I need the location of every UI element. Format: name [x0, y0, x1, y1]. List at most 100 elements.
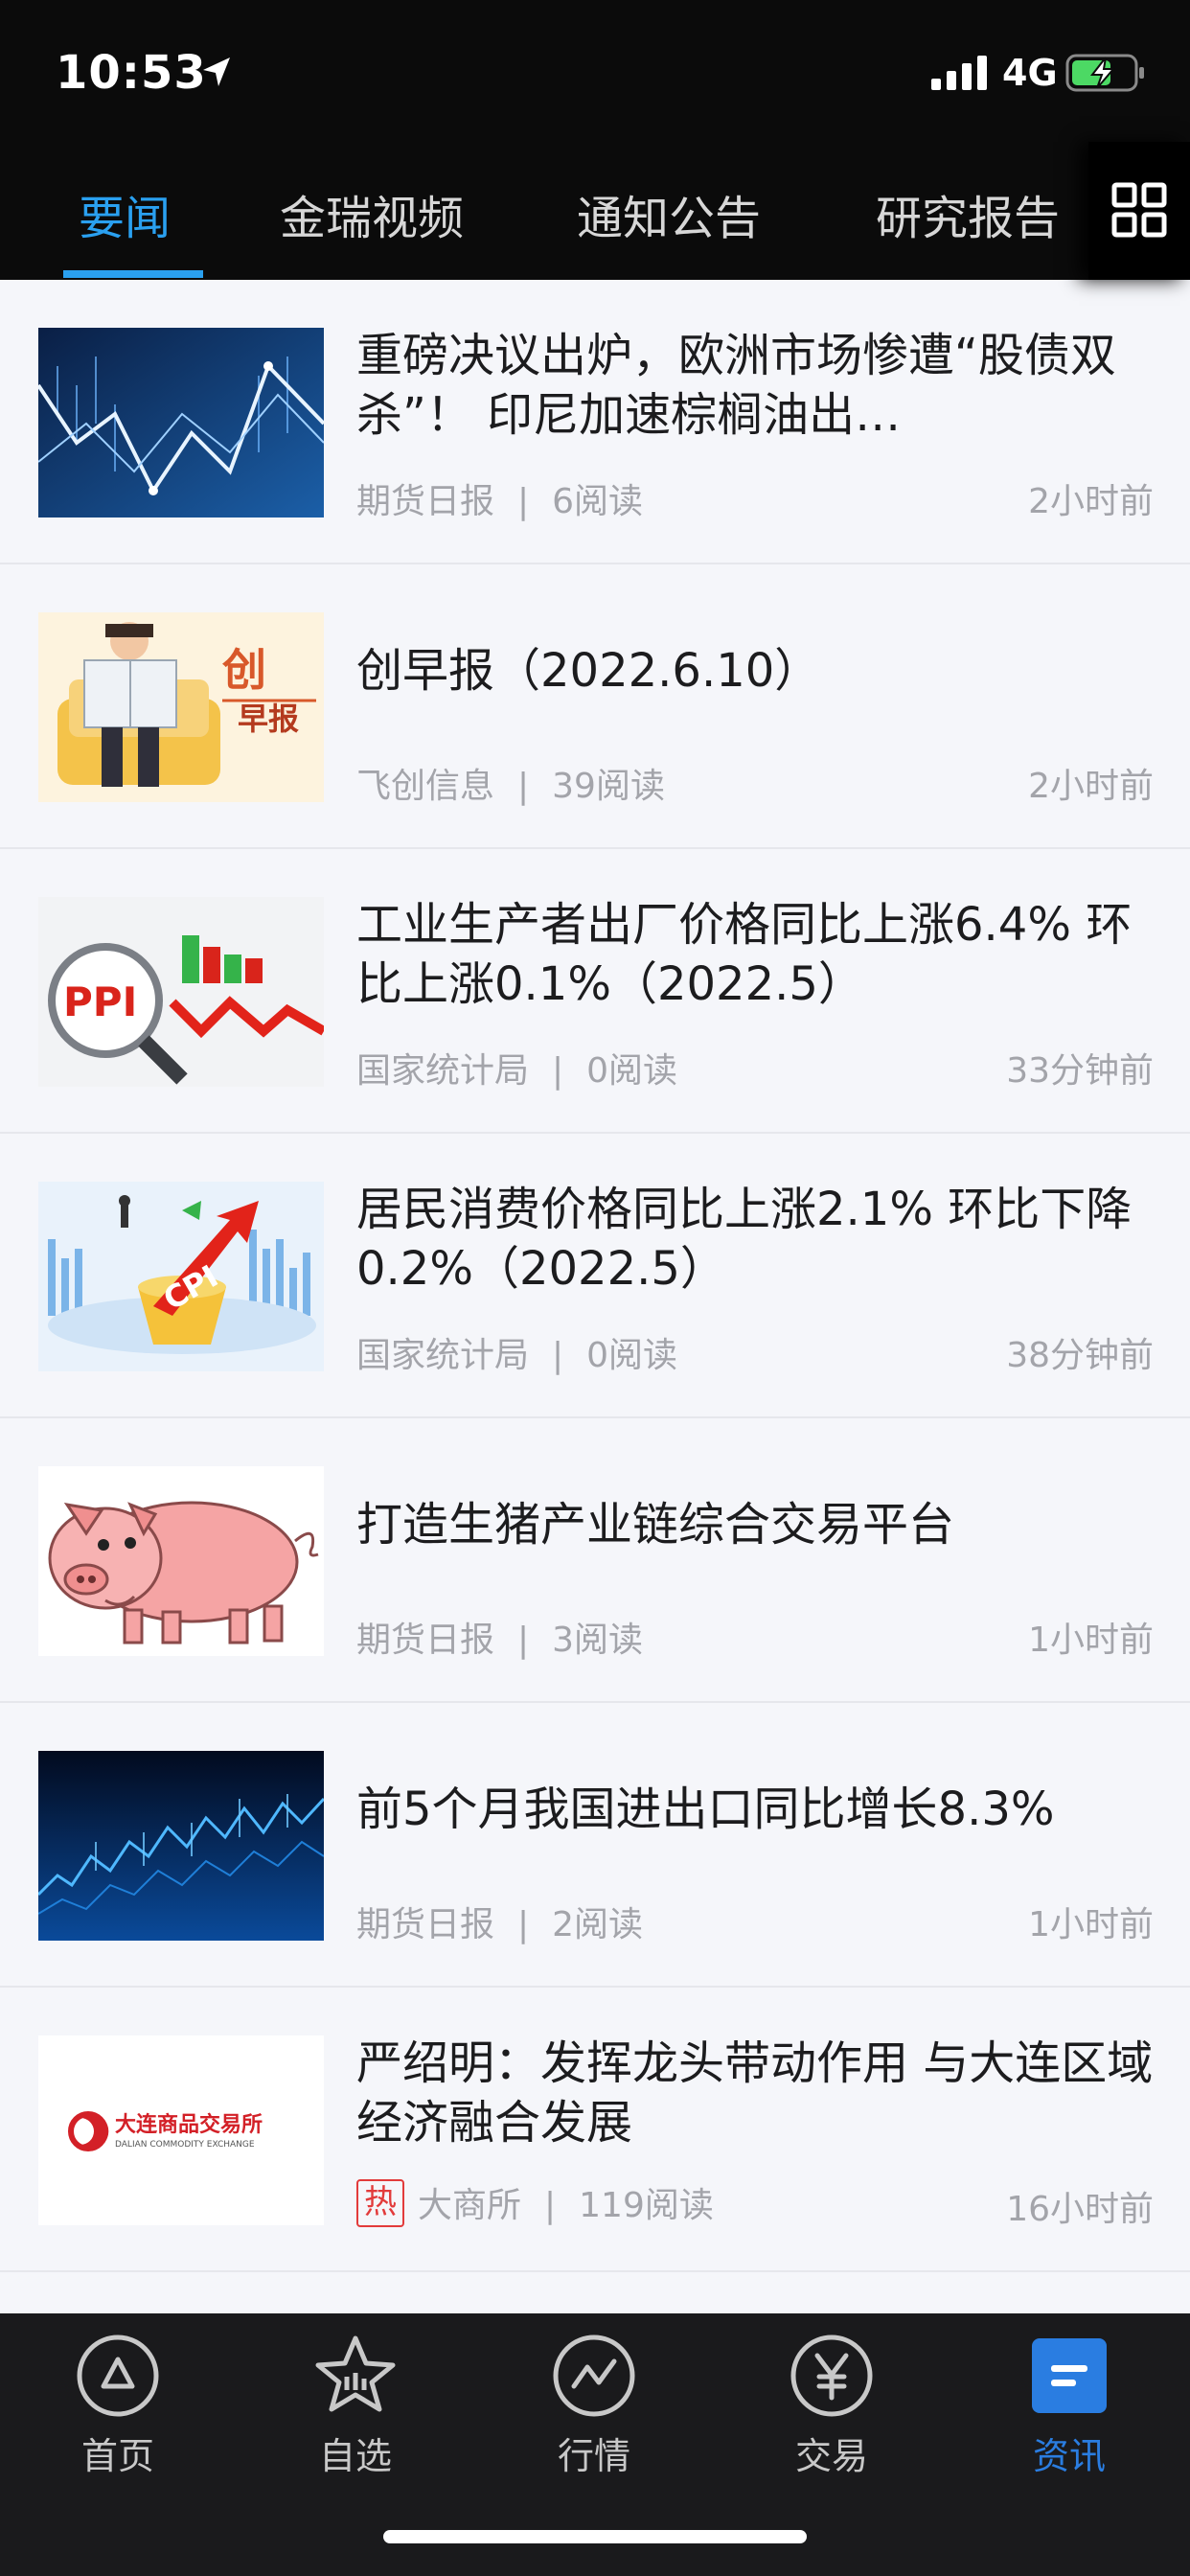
news-item[interactable]: 重磅决议出炉，欧洲市场惨遭“股债双杀”！ 印尼加速棕榈油出… 期货日报 | 6阅读 … [0, 280, 1190, 564]
news-item[interactable]: 大连商品交易所 DALIAN COMMODITY EXCHANGE 严绍明：发挥… [0, 1988, 1190, 2272]
news-time: 16小时前 [1006, 2190, 1154, 2229]
news-thumbnail [38, 328, 324, 518]
news-time: 1小时前 [1028, 1621, 1154, 1660]
news-thumbnail [38, 1751, 324, 1941]
network-label: 4G [1002, 52, 1058, 94]
status-bar: 10:53 4G [0, 0, 1190, 142]
news-icon [1032, 2338, 1107, 2413]
tab-grid-button[interactable] [1088, 142, 1190, 280]
news-item[interactable]: 打造生猪产业链综合交易平台 期货日报 | 3阅读 1小时前 [0, 1418, 1190, 1703]
news-title: 严绍明：发挥龙头带动作用 与大连区域经济融合发展 [356, 2036, 1154, 2150]
morning-report-thumbnail-icon: 创 早报 [38, 612, 324, 802]
active-tab-indicator [63, 270, 203, 278]
news-meta: 飞创信息 | 39阅读 [356, 758, 665, 808]
svg-text:早报: 早报 [238, 701, 299, 737]
nav-label: 首页 [80, 2435, 154, 2477]
meta-separator: | [517, 1905, 530, 1944]
news-reads: 0阅读 [586, 1051, 678, 1091]
tab-research[interactable]: 研究报告 [876, 180, 1060, 247]
news-source: 期货日报 [356, 482, 495, 521]
news-reads: 119阅读 [579, 2186, 714, 2225]
news-thumbnail: PPI [38, 897, 324, 1087]
location-arrow-icon [203, 58, 230, 86]
news-source: 飞创信息 [356, 767, 495, 806]
news-reads: 6阅读 [552, 482, 644, 521]
news-meta: 期货日报 | 3阅读 [356, 1612, 643, 1662]
meta-separator: | [544, 2186, 557, 2225]
news-title: 前5个月我国进出口同比增长8.3% [356, 1782, 1055, 1836]
ppi-thumbnail-icon: PPI [38, 897, 324, 1087]
news-thumbnail: 大连商品交易所 DALIAN COMMODITY EXCHANGE [38, 2036, 324, 2225]
svg-text:DALIAN COMMODITY EXCHANGE: DALIAN COMMODITY EXCHANGE [115, 2140, 255, 2150]
meta-separator: | [552, 1051, 564, 1091]
news-item[interactable]: 创 早报 创早报（2022.6.10） 飞创信息 | 39阅读 2小时前 [0, 564, 1190, 849]
tab-yaowen[interactable]: 要闻 [79, 180, 171, 247]
star-icon [315, 2335, 396, 2412]
news-time: 2小时前 [1028, 482, 1154, 521]
news-time: 33分钟前 [1006, 1051, 1154, 1091]
news-title: 打造生猪产业链综合交易平台 [356, 1498, 955, 1552]
nav-label: 自选 [318, 2435, 392, 2477]
svg-text:PPI: PPI [63, 978, 137, 1025]
news-time: 1小时前 [1028, 1905, 1154, 1944]
news-meta: 热大商所 | 119阅读 [356, 2177, 714, 2231]
news-title: 居民消费价格同比上涨2.1% 环比下降0.2%（2022.5） [356, 1183, 1133, 1296]
nav-news[interactable]: 资讯 [993, 2333, 1146, 2496]
nav-market[interactable]: 行情 [517, 2333, 671, 2496]
nav-label: 资讯 [1032, 2435, 1106, 2477]
cpi-thumbnail-icon: CPI [38, 1182, 324, 1371]
news-time: 2小时前 [1028, 767, 1154, 806]
news-reads: 0阅读 [586, 1336, 678, 1375]
news-meta: 期货日报 | 2阅读 [356, 1897, 643, 1946]
dce-logo-thumbnail-icon: 大连商品交易所 DALIAN COMMODITY EXCHANGE [38, 2036, 324, 2225]
battery-charging-icon [1065, 54, 1144, 92]
home-indicator [383, 2530, 807, 2543]
stock-chart-thumbnail-icon [38, 328, 324, 518]
pig-thumbnail-icon [38, 1466, 324, 1656]
meta-separator: | [517, 767, 530, 806]
tab-bar: 要闻 金瑞视频 通知公告 研究报告 [0, 142, 1190, 280]
meta-separator: | [517, 482, 530, 521]
tab-notices[interactable]: 通知公告 [577, 180, 761, 247]
news-source: 国家统计局 [356, 1336, 530, 1375]
yuan-icon [790, 2334, 873, 2417]
nav-home[interactable]: 首页 [41, 2333, 195, 2496]
nav-watchlist[interactable]: 自选 [279, 2333, 432, 2496]
news-title: 工业生产者出厂价格同比上涨6.4% 环比上涨0.1%（2022.5） [356, 898, 1133, 1011]
news-source: 大商所 [418, 2186, 522, 2225]
news-source: 国家统计局 [356, 1051, 530, 1091]
news-reads: 2阅读 [552, 1905, 644, 1944]
news-item[interactable]: CPI 居民消费价格同比上涨2.1% 环比下降0.2%（2022.5） 国家统计… [0, 1134, 1190, 1418]
meta-separator: | [517, 1621, 530, 1660]
news-reads: 39阅读 [552, 767, 665, 806]
market-icon [553, 2334, 635, 2417]
home-icon [77, 2334, 159, 2417]
news-time: 38分钟前 [1006, 1336, 1154, 1375]
news-thumbnail: CPI [38, 1182, 324, 1371]
app-root: 10:53 4G 要闻 金瑞视频 通知公告 研究报告 重磅决议出炉，欧洲市场惨遭… [0, 0, 1190, 2576]
news-thumbnail: 创 早报 [38, 612, 324, 802]
meta-separator: | [552, 1336, 564, 1375]
hot-badge: 热 [356, 2179, 404, 2227]
news-title: 创早报（2022.6.10） [356, 644, 821, 698]
news-meta: 国家统计局 | 0阅读 [356, 1043, 677, 1092]
news-title: 重磅决议出炉，欧洲市场惨遭“股债双杀”！ 印尼加速棕榈油出… [356, 329, 1116, 442]
news-reads: 3阅读 [552, 1621, 644, 1660]
news-meta: 期货日报 | 6阅读 [356, 473, 643, 523]
nav-label: 交易 [794, 2435, 868, 2477]
nav-trade[interactable]: 交易 [755, 2333, 908, 2496]
tab-video[interactable]: 金瑞视频 [280, 180, 464, 247]
grid-icon [1111, 182, 1167, 238]
news-item[interactable]: PPI 工业生产者出厂价格同比上涨6.4% 环比上涨0.1%（2022.5） 国… [0, 849, 1190, 1134]
status-time: 10:53 [56, 46, 207, 100]
signal-icon [931, 56, 987, 90]
news-source: 期货日报 [356, 1905, 495, 1944]
svg-text:创: 创 [222, 644, 266, 696]
svg-text:大连商品交易所: 大连商品交易所 [115, 2112, 263, 2137]
news-meta: 国家统计局 | 0阅读 [356, 1327, 677, 1377]
trade-chart-thumbnail-icon [38, 1751, 324, 1941]
news-source: 期货日报 [356, 1621, 495, 1660]
news-item[interactable]: 前5个月我国进出口同比增长8.3% 期货日报 | 2阅读 1小时前 [0, 1703, 1190, 1988]
news-thumbnail [38, 1466, 324, 1656]
nav-label: 行情 [557, 2435, 630, 2477]
